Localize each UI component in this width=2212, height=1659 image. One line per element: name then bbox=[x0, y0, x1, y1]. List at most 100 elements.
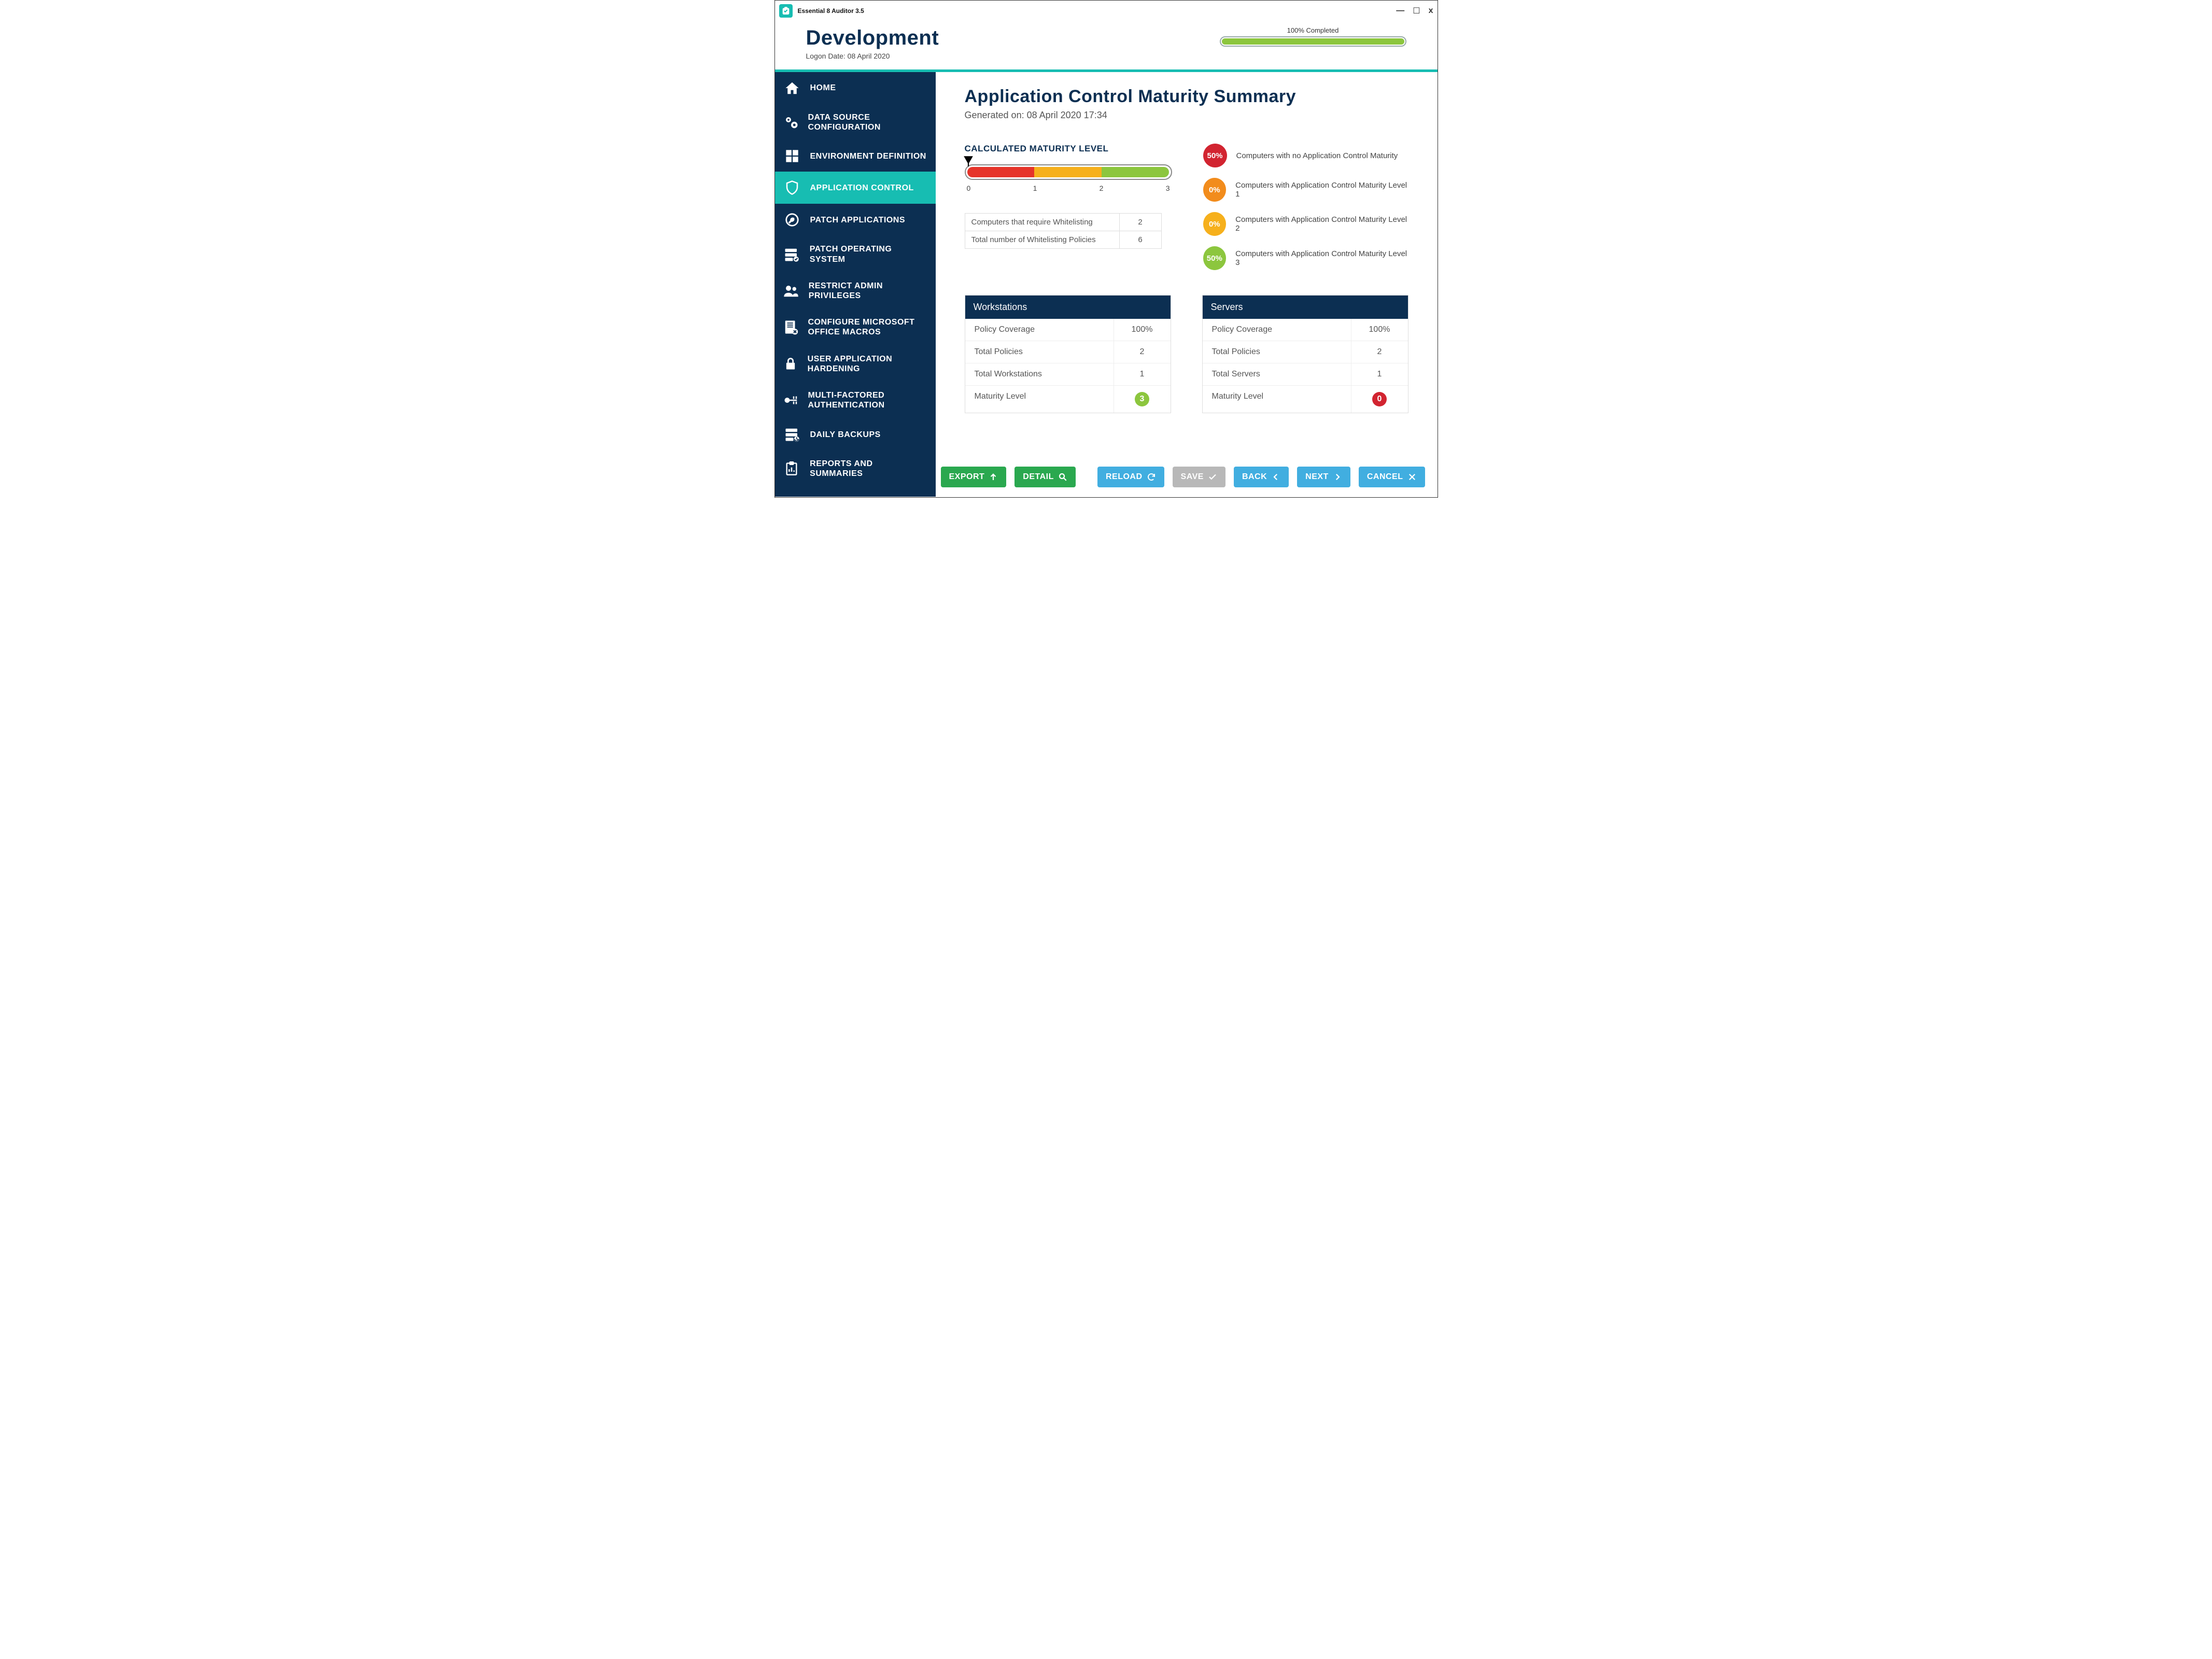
table-cell-label: Total Policies bbox=[965, 341, 1114, 363]
footer-bar: EXPORT DETAIL RELOAD SAVE BACK NEXT bbox=[941, 467, 1425, 487]
chevron-left-icon bbox=[1271, 472, 1280, 482]
table-cell-label: Maturity Level bbox=[1203, 386, 1351, 413]
close-button[interactable]: x bbox=[1429, 6, 1433, 16]
sidebar-item-office-macros[interactable]: CONFIGURE MICROSOFT OFFICE MACROS bbox=[775, 309, 936, 345]
stat-badge: 50% bbox=[1203, 246, 1227, 270]
button-label: EXPORT bbox=[949, 472, 985, 482]
table-cell-label: Total Policies bbox=[1203, 341, 1351, 363]
sidebar-item-daily-backups[interactable]: DAILY BACKUPS bbox=[775, 418, 936, 451]
stat-badge: 50% bbox=[1203, 144, 1227, 167]
backup-icon bbox=[783, 427, 801, 442]
table-cell-value: 100% bbox=[1114, 319, 1171, 341]
titlebar: Essential 8 Auditor 3.5 — ☐ x bbox=[775, 1, 1438, 21]
gauge-tick: 3 bbox=[1166, 184, 1170, 192]
home-icon bbox=[783, 80, 801, 96]
header: Development Logon Date: 08 April 2020 10… bbox=[775, 21, 1438, 69]
content: Application Control Maturity Summary Gen… bbox=[936, 72, 1438, 497]
stat-badge: 0% bbox=[1203, 212, 1227, 236]
progress-label: 100% Completed bbox=[1220, 26, 1406, 34]
users-icon bbox=[783, 283, 799, 299]
gauge-tick: 2 bbox=[1100, 184, 1104, 192]
detail-button[interactable]: DETAIL bbox=[1015, 467, 1076, 487]
sidebar-item-label: RESTRICT ADMIN PRIVILEGES bbox=[809, 281, 927, 301]
sidebar-item-patch-applications[interactable]: PATCH APPLICATIONS bbox=[775, 204, 936, 236]
next-button[interactable]: NEXT bbox=[1297, 467, 1350, 487]
cancel-button[interactable]: CANCEL bbox=[1359, 467, 1425, 487]
sidebar-item-label: REPORTS AND SUMMARIES bbox=[810, 459, 927, 479]
gauge-pointer-icon bbox=[963, 155, 974, 169]
shield-icon bbox=[783, 180, 801, 195]
chevron-right-icon bbox=[1333, 472, 1342, 482]
sidebar-item-label: CONFIGURE MICROSOFT OFFICE MACROS bbox=[808, 317, 927, 337]
maturity-gauge: 0 1 2 3 bbox=[965, 164, 1172, 192]
maximize-button[interactable]: ☐ bbox=[1413, 6, 1420, 16]
minimize-button[interactable]: — bbox=[1396, 6, 1404, 16]
summary-mini-table: Computers that require Whitelisting 2 To… bbox=[965, 213, 1162, 249]
table-cell-value: 0 bbox=[1351, 386, 1408, 413]
gauge-tick: 1 bbox=[1033, 184, 1037, 192]
sidebar-item-label: PATCH OPERATING SYSTEM bbox=[810, 244, 927, 264]
save-button[interactable]: SAVE bbox=[1173, 467, 1225, 487]
close-icon bbox=[1407, 472, 1417, 482]
sidebar-item-label: USER APPLICATION HARDENING bbox=[808, 354, 927, 374]
export-button[interactable]: EXPORT bbox=[941, 467, 1007, 487]
sidebar-item-mfa[interactable]: MULTI-FACTORED AUTHENTICATION bbox=[775, 382, 936, 418]
stat-badge: 0% bbox=[1203, 178, 1227, 202]
stat-text: Computers with Application Control Matur… bbox=[1235, 215, 1408, 233]
reload-button[interactable]: RELOAD bbox=[1097, 467, 1164, 487]
app-title: Essential 8 Auditor 3.5 bbox=[798, 7, 864, 15]
sidebar-item-home[interactable]: HOME bbox=[775, 72, 936, 104]
table-cell-value: 3 bbox=[1114, 386, 1171, 413]
sidebar-item-user-hardening[interactable]: USER APPLICATION HARDENING bbox=[775, 346, 936, 382]
button-label: CANCEL bbox=[1367, 472, 1403, 482]
table-cell-value: 2 bbox=[1351, 341, 1408, 363]
maturity-section-label: CALCULATED MATURITY LEVEL bbox=[965, 144, 1172, 154]
stat-text: Computers with Application Control Matur… bbox=[1235, 181, 1408, 199]
stat-text: Computers with Application Control Matur… bbox=[1235, 249, 1408, 267]
workstations-table: Workstations Policy Coverage100% Total P… bbox=[965, 295, 1171, 413]
table-cell-label: Total Servers bbox=[1203, 363, 1351, 385]
reload-icon bbox=[1147, 472, 1156, 482]
key-network-icon bbox=[783, 392, 799, 408]
table-cell-value: 2 bbox=[1114, 341, 1171, 363]
sidebar-item-label: ENVIRONMENT DEFINITION bbox=[810, 151, 926, 161]
sidebar-item-data-source[interactable]: DATA SOURCE CONFIGURATION bbox=[775, 104, 936, 140]
sidebar-item-label: MULTI-FACTORED AUTHENTICATION bbox=[808, 390, 927, 410]
sidebar-item-restrict-admin[interactable]: RESTRICT ADMIN PRIVILEGES bbox=[775, 273, 936, 309]
arrow-up-icon bbox=[989, 472, 998, 482]
servers-table: Servers Policy Coverage100% Total Polici… bbox=[1202, 295, 1408, 413]
sidebar-item-label: PATCH APPLICATIONS bbox=[810, 215, 906, 225]
table-cell-value: 100% bbox=[1351, 319, 1408, 341]
sidebar-item-application-control[interactable]: APPLICATION CONTROL bbox=[775, 172, 936, 204]
gauge-tick: 0 bbox=[967, 184, 971, 192]
content-title: Application Control Maturity Summary bbox=[965, 87, 1408, 107]
sidebar-item-label: APPLICATION CONTROL bbox=[810, 183, 914, 193]
progress-bar bbox=[1220, 36, 1406, 47]
sidebar-item-label: DAILY BACKUPS bbox=[810, 430, 881, 440]
button-label: DETAIL bbox=[1023, 472, 1054, 482]
table-cell-value: 1 bbox=[1114, 363, 1171, 385]
app-icon bbox=[779, 4, 793, 18]
mini-row-value: 6 bbox=[1120, 231, 1161, 248]
table-cell-label: Total Workstations bbox=[965, 363, 1114, 385]
generated-on: Generated on: 08 April 2020 17:34 bbox=[965, 110, 1408, 121]
page-title: Development bbox=[806, 26, 939, 50]
table-header: Workstations bbox=[965, 296, 1171, 319]
logon-date: Logon Date: 08 April 2020 bbox=[806, 52, 939, 60]
sidebar-item-patch-os[interactable]: PATCH OPERATING SYSTEM bbox=[775, 236, 936, 272]
mini-row-value: 2 bbox=[1120, 214, 1161, 231]
mini-row-label: Computers that require Whitelisting bbox=[965, 214, 1120, 231]
search-icon bbox=[1058, 472, 1067, 482]
mini-row-label: Total number of Whitelisting Policies bbox=[965, 231, 1120, 248]
button-label: BACK bbox=[1242, 472, 1267, 482]
table-cell-label: Policy Coverage bbox=[1203, 319, 1351, 341]
report-icon bbox=[783, 461, 801, 476]
progress: 100% Completed bbox=[1220, 26, 1406, 47]
sidebar-item-environment[interactable]: ENVIRONMENT DEFINITION bbox=[775, 140, 936, 172]
button-label: RELOAD bbox=[1106, 472, 1143, 482]
sidebar-item-reports[interactable]: REPORTS AND SUMMARIES bbox=[775, 451, 936, 487]
lock-icon bbox=[783, 357, 798, 371]
gears-icon bbox=[783, 115, 799, 130]
table-cell-value: 1 bbox=[1351, 363, 1408, 385]
back-button[interactable]: BACK bbox=[1234, 467, 1289, 487]
